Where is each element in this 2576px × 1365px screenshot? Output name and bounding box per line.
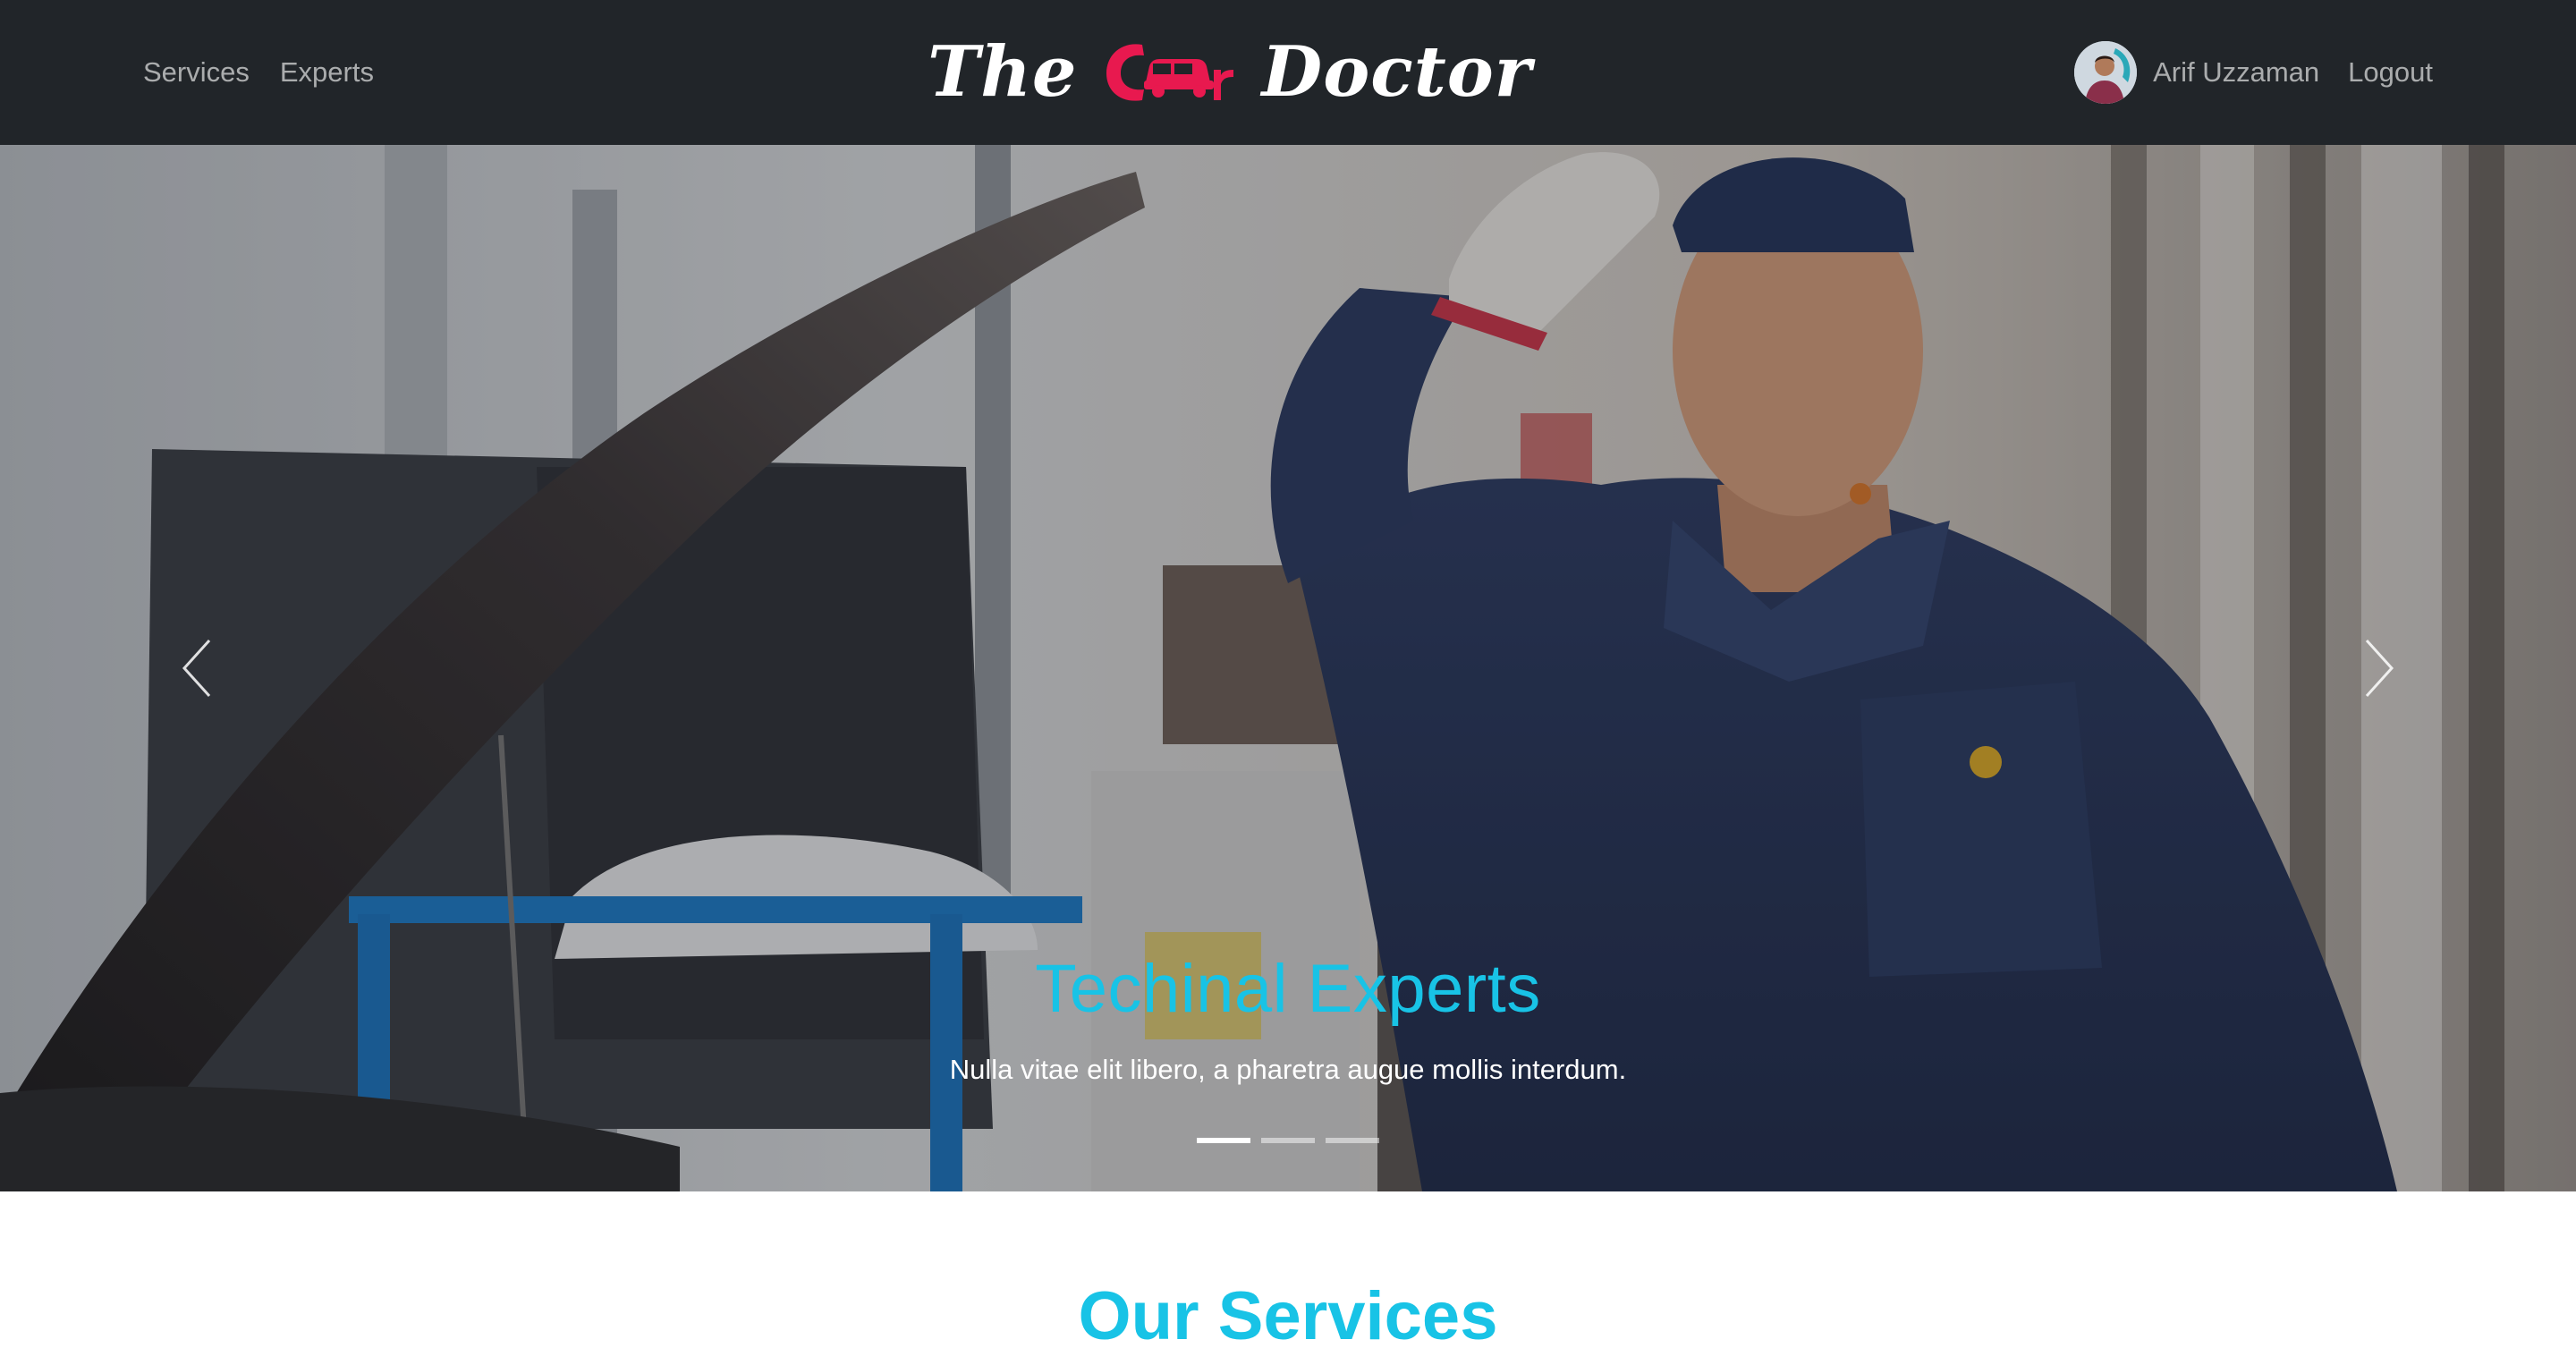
chevron-left-icon — [182, 639, 211, 698]
brand-word-car — [1103, 36, 1237, 107]
brand-word-the: The — [928, 30, 1078, 113]
user-avatar-icon — [2074, 41, 2138, 104]
carousel-indicator-2[interactable] — [1261, 1138, 1315, 1143]
top-navbar: Services Experts The Doctor Arif Uzzaman… — [0, 0, 2576, 145]
hero-carousel: Techinal Experts Nulla vitae elit libero… — [0, 145, 2576, 1191]
carousel-indicators — [0, 1138, 2576, 1143]
slide-text: Nulla vitae elit libero, a pharetra augu… — [949, 1054, 1627, 1085]
nav-user-area: Arif Uzzaman Logout — [2074, 0, 2433, 145]
brand-word-doctor: Doctor — [1261, 30, 1532, 113]
user-avatar[interactable] — [2074, 41, 2138, 104]
carousel-indicator-3[interactable] — [1326, 1138, 1379, 1143]
nav-links: Services Experts — [143, 0, 374, 145]
chevron-right-icon — [2365, 639, 2394, 698]
hero-overlay — [0, 145, 2576, 1191]
slide-title: Techinal Experts — [1035, 951, 1541, 1027]
services-section-title: Our Services — [1078, 1278, 1498, 1354]
nav-link-experts[interactable]: Experts — [280, 56, 374, 89]
nav-link-services[interactable]: Services — [143, 56, 250, 89]
brand-logo[interactable]: The Doctor — [928, 27, 1531, 116]
carousel-prev-button[interactable] — [170, 628, 224, 708]
user-name: Arif Uzzaman — [2153, 56, 2320, 88]
carousel-next-button[interactable] — [2352, 628, 2406, 708]
logout-link[interactable]: Logout — [2348, 56, 2433, 89]
car-logo-icon — [1106, 44, 1233, 101]
carousel-indicator-1[interactable] — [1197, 1138, 1250, 1143]
